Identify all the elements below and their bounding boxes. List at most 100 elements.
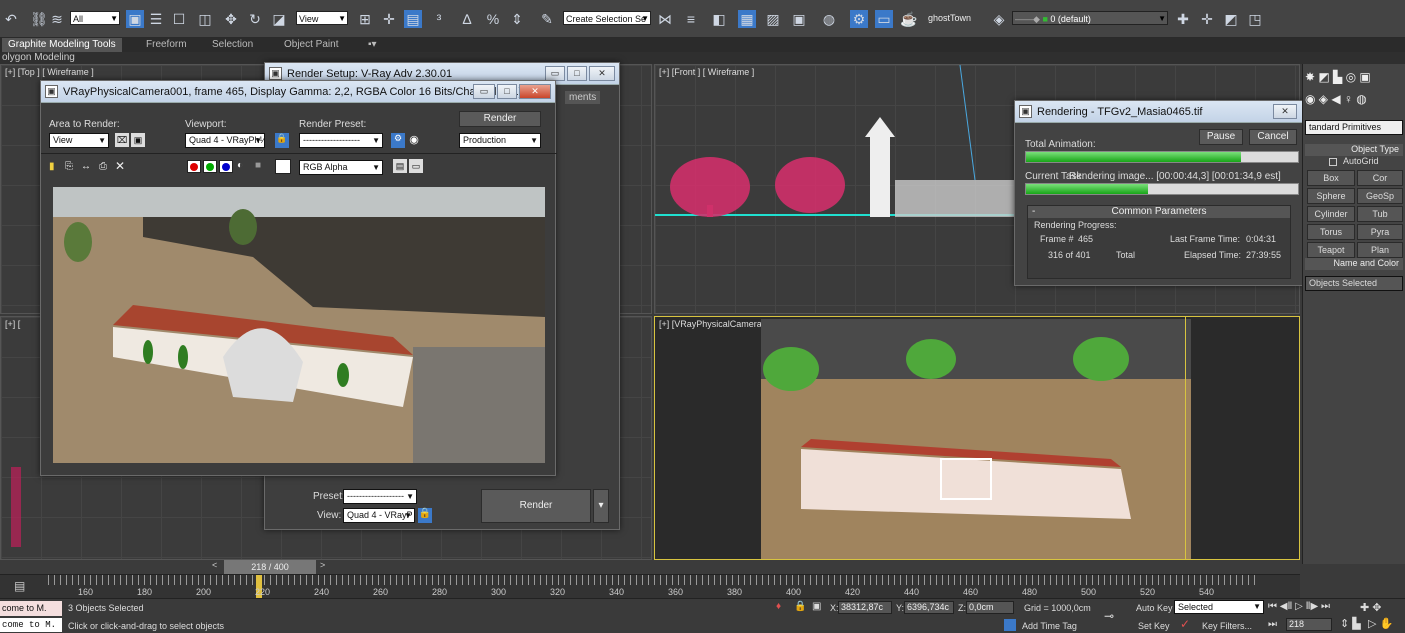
create-layer-icon[interactable]: ✚ (1174, 10, 1192, 28)
red-channel-icon[interactable] (187, 160, 201, 173)
view-dropdown[interactable]: Quad 4 - VRayP (343, 508, 415, 523)
render-setup-icon[interactable]: ⚙ (850, 10, 868, 28)
snap-toggle-icon[interactable]: ³ (430, 10, 448, 28)
ribbon-menu-icon[interactable]: ▪▾ (362, 38, 383, 52)
set-key-icon[interactable]: ✓ (1180, 617, 1190, 631)
rotate-icon[interactable]: ↻ (246, 10, 264, 28)
tube-button[interactable]: Tub (1357, 206, 1403, 222)
named-selection-dropdown[interactable]: Create Selection Se (563, 11, 651, 26)
spinner-snap-icon[interactable]: ⇕ (508, 10, 526, 28)
geosphere-button[interactable]: GeoSp (1357, 188, 1403, 204)
pause-button[interactable]: Pause (1199, 129, 1243, 145)
rectangular-selection-icon[interactable]: ☐ (170, 10, 188, 28)
environment-icon[interactable]: ◉ (407, 133, 421, 148)
key-filters-button[interactable]: Key Filters... (1202, 621, 1252, 631)
x-coordinate-field[interactable]: 38312,87c (838, 601, 892, 614)
viewport-left-label[interactable]: [+] [ (5, 319, 20, 329)
close-button[interactable]: ✕ (589, 66, 615, 81)
tab-object-paint[interactable]: Object Paint (278, 38, 344, 52)
maximize-button[interactable]: □ (567, 66, 587, 81)
minimize-button[interactable]: ▭ (473, 84, 495, 99)
maximize-button[interactable]: □ (497, 84, 517, 99)
rendered-frame-window-icon[interactable]: ▭ (875, 10, 893, 28)
minimize-button[interactable]: ▭ (545, 66, 565, 81)
playback-controls[interactable]: ⏮ ◀Ⅱ ▷ Ⅱ▶ ⏭ (1268, 601, 1330, 612)
set-key-button[interactable]: Set Key (1138, 621, 1170, 631)
curve-editor-icon[interactable]: ▨ (764, 10, 782, 28)
toggle-ui-overlay-icon[interactable]: ▤ (393, 159, 407, 173)
percent-snap-icon[interactable]: % (484, 10, 502, 28)
cylinder-button[interactable]: Cylinder (1307, 206, 1355, 222)
viewport-camera[interactable]: [+] [VRayPhysicalCamera001 ] [ Shaded ] (654, 316, 1300, 560)
add-to-layer-icon[interactable]: ✛ (1198, 10, 1216, 28)
time-slider-thumb[interactable]: 218 / 400 (224, 560, 316, 574)
keyboard-shortcut-icon[interactable]: ▤ (404, 10, 422, 28)
close-button[interactable]: ✕ (1273, 104, 1297, 119)
clear-icon[interactable]: ✕ (115, 159, 125, 173)
material-editor-icon[interactable]: ◍ (820, 10, 838, 28)
edit-region-icon[interactable]: ⌧ (115, 133, 129, 147)
alpha-channel-icon[interactable]: ◐ (237, 160, 243, 171)
rendering-dialog-titlebar[interactable]: ▣ Rendering - TFGv2_Masia0465.tif (1015, 101, 1303, 123)
primitive-type-dropdown[interactable]: tandard Primitives (1305, 120, 1403, 135)
tab-selection[interactable]: Selection (206, 38, 259, 52)
auto-region-icon[interactable]: ▣ (131, 133, 145, 147)
name-and-color-header[interactable]: Name and Color (1305, 258, 1403, 270)
time-next-icon[interactable]: > (320, 560, 330, 574)
swatch-icon[interactable] (275, 159, 291, 174)
pivot-icon[interactable]: ⊞ (356, 10, 374, 28)
z-coordinate-field[interactable]: 0,0cm (966, 601, 1014, 614)
select-manipulate-icon[interactable]: ✛ (380, 10, 398, 28)
torus-button[interactable]: Torus (1307, 224, 1355, 240)
bind-spacewarp-icon[interactable]: ≋ (48, 10, 66, 28)
object-name-field[interactable]: Objects Selected (1305, 276, 1403, 291)
pyramid-button[interactable]: Pyra (1357, 224, 1403, 240)
layer-dropdown[interactable]: ——◆ ■ 0 (default) (1012, 11, 1168, 26)
tab-graphite-modeling-tools[interactable]: Graphite Modeling Tools (2, 38, 122, 52)
print-icon[interactable]: ⎙ (99, 161, 107, 172)
save-image-icon[interactable]: ▮ (49, 161, 55, 172)
render-button-arrow[interactable]: ▾ (593, 489, 609, 523)
maxscript-mini-listener[interactable]: come to M. (0, 618, 62, 632)
set-current-layer-icon[interactable]: ◳ (1246, 10, 1264, 28)
area-to-render-dropdown[interactable]: View (49, 133, 109, 148)
box-button[interactable]: Box (1307, 170, 1355, 186)
selection-filter-dropdown[interactable]: All (70, 11, 120, 26)
blue-channel-icon[interactable] (219, 160, 233, 173)
pan-view-icon[interactable]: ▷ ✋ (1368, 617, 1393, 630)
window-crossing-icon[interactable]: ◫ (196, 10, 214, 28)
isolate-icon[interactable]: ♦ (776, 601, 781, 612)
copy-image-icon[interactable]: ⎘ (65, 161, 73, 172)
create-category-icons[interactable]: ◉ ◈ ◀ ♀ ◍ (1305, 92, 1403, 108)
key-mode-dropdown[interactable]: Selected (1174, 600, 1264, 614)
select-object-icon[interactable]: ▣ (126, 10, 144, 28)
time-config-icon[interactable]: ⇕ ▙ (1340, 617, 1361, 630)
selection-lock-icon[interactable]: 🔒 (794, 601, 806, 612)
maxscript-listener[interactable]: come to M. (0, 601, 62, 616)
select-by-name-icon[interactable]: ☰ (147, 10, 165, 28)
plane-button[interactable]: Plan (1357, 242, 1403, 258)
production-dropdown[interactable]: Production (459, 133, 541, 148)
frame-render-button[interactable]: Render (459, 111, 541, 127)
green-channel-icon[interactable] (203, 160, 217, 173)
absolute-mode-icon[interactable]: ▣ (812, 601, 821, 612)
select-in-layer-icon[interactable]: ◩ (1222, 10, 1240, 28)
viewport-nav-icons[interactable]: ✚ ✥ (1360, 601, 1382, 614)
graphite-toggle-icon[interactable]: ▦ (738, 10, 756, 28)
reference-coord-dropdown[interactable]: View (296, 11, 348, 26)
tab-elements[interactable]: ments (565, 91, 601, 104)
time-slider-track[interactable]: < 218 / 400 > (0, 560, 1300, 574)
tab-freeform[interactable]: Freeform (140, 38, 193, 52)
teapot-button[interactable]: Teapot (1307, 242, 1355, 258)
cone-button[interactable]: Cor (1357, 170, 1403, 186)
undo-icon[interactable]: ↶ (2, 10, 20, 28)
viewport-top-label[interactable]: [+] [Top ] [ Wireframe ] (5, 67, 94, 77)
sphere-button[interactable]: Sphere (1307, 188, 1355, 204)
close-button[interactable]: ✕ (519, 84, 551, 99)
monochrome-icon[interactable]: ■ (255, 160, 261, 171)
common-parameters-header[interactable]: - Common Parameters (1028, 206, 1290, 218)
move-icon[interactable]: ✥ (222, 10, 240, 28)
y-coordinate-field[interactable]: 6396,734c (904, 601, 954, 614)
edit-named-selection-icon[interactable]: ✎ (538, 10, 556, 28)
add-time-tag[interactable]: Add Time Tag (1022, 621, 1077, 631)
